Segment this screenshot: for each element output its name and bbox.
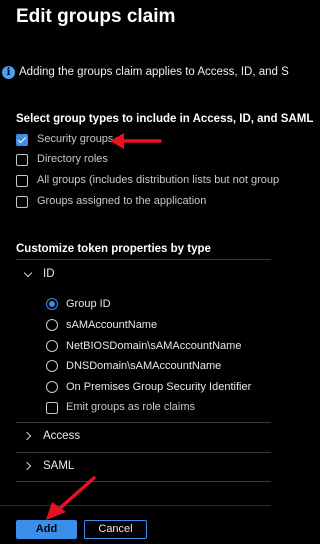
radio-group-id[interactable] [46, 298, 58, 310]
radio-dnsdomain[interactable] [46, 360, 58, 372]
assigned-groups-label: Groups assigned to the application [37, 195, 207, 207]
divider [16, 452, 271, 453]
radio-on-prem-sid[interactable] [46, 381, 58, 393]
radio-samaccountname-label: sAMAccountName [66, 319, 158, 331]
divider [16, 422, 271, 423]
directory-roles-label: Directory roles [37, 153, 108, 165]
id-accordion-header[interactable]: ID [16, 262, 271, 288]
annotation-arrow-security-groups [110, 133, 162, 149]
emit-roles-checkbox[interactable] [46, 402, 58, 414]
radio-dnsdomain-label: DNSDomain\sAMAccountName [66, 360, 222, 372]
all-groups-checkbox[interactable] [16, 175, 28, 187]
divider [16, 259, 271, 260]
panel-title: Edit groups claim [16, 6, 176, 27]
radio-samaccountname[interactable] [46, 319, 58, 331]
radio-on-prem-sid-label: On Premises Group Security Identifier [66, 381, 252, 393]
radio-group-id-label: Group ID [66, 298, 111, 310]
saml-accordion-label: SAML [43, 460, 75, 472]
cancel-button[interactable]: Cancel [84, 520, 147, 539]
chevron-down-icon [23, 268, 33, 278]
saml-accordion-header[interactable]: SAML [16, 454, 271, 480]
divider [16, 481, 271, 482]
footer-divider [0, 505, 271, 506]
security-groups-label: Security groups [37, 133, 114, 145]
radio-netbios[interactable] [46, 340, 58, 352]
access-accordion-header[interactable]: Access [16, 424, 271, 450]
access-accordion-label: Access [43, 430, 81, 442]
chevron-right-icon [22, 461, 32, 471]
all-groups-label: All groups (includes distribution lists … [37, 174, 280, 186]
chevron-right-icon [22, 431, 32, 441]
customize-heading: Customize token properties by type [16, 243, 211, 255]
directory-roles-checkbox[interactable] [16, 154, 28, 166]
id-accordion-label: ID [43, 268, 55, 280]
security-groups-checkbox[interactable] [16, 134, 28, 146]
info-message: Adding the groups claim applies to Acces… [19, 66, 289, 78]
add-button[interactable]: Add [16, 520, 77, 539]
radio-netbios-label: NetBIOSDomain\sAMAccountName [66, 340, 242, 352]
group-types-heading: Select group types to include in Access,… [16, 113, 314, 125]
emit-roles-label: Emit groups as role claims [66, 401, 195, 413]
info-icon: i [2, 66, 15, 79]
assigned-groups-checkbox[interactable] [16, 196, 28, 208]
